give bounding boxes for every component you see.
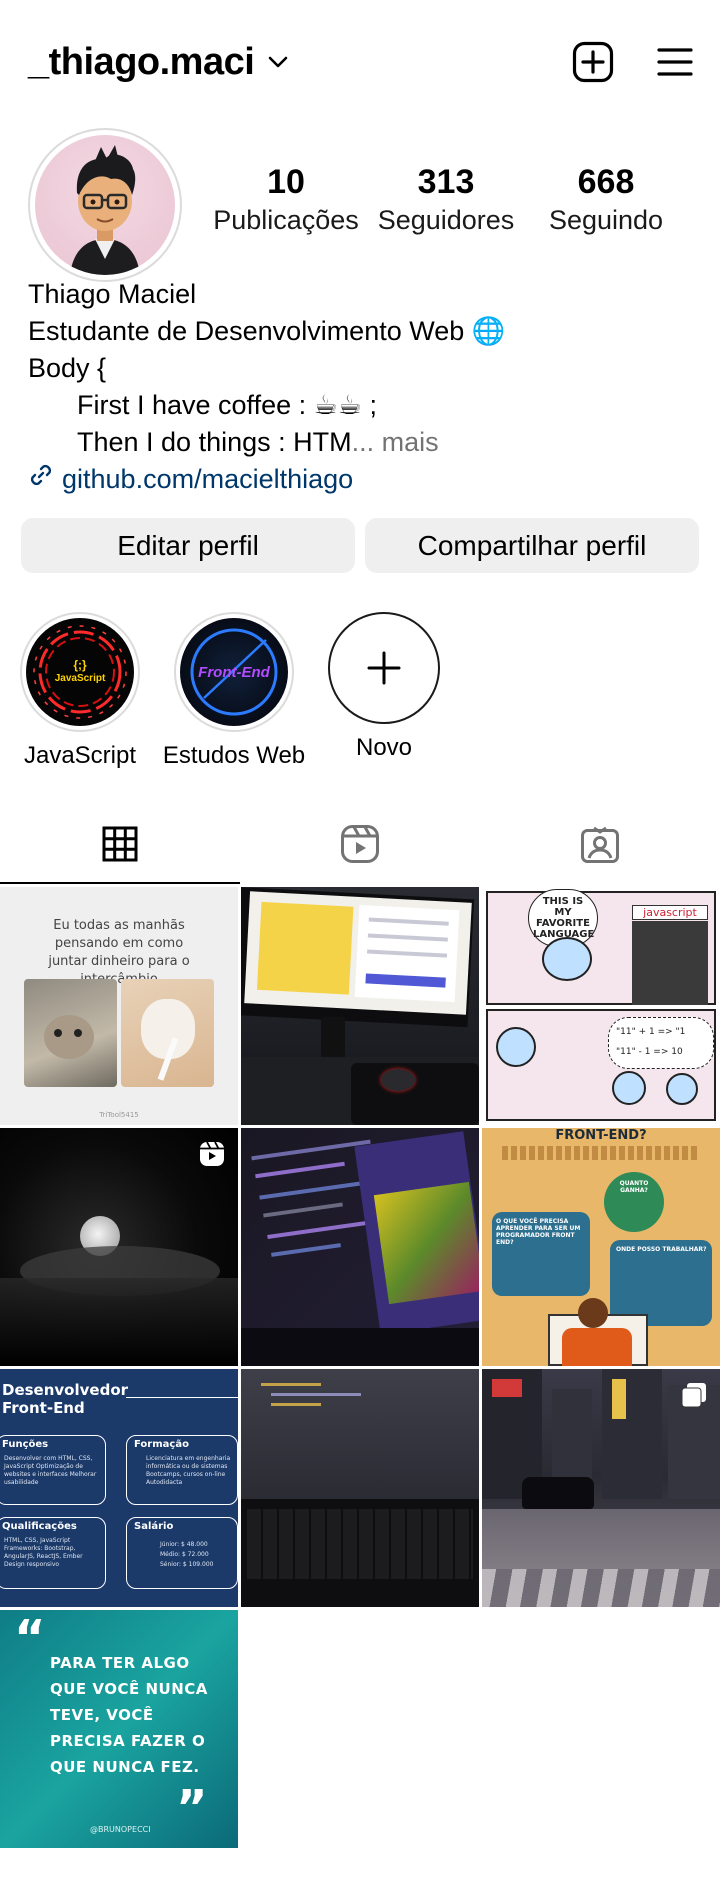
tagged-user-icon xyxy=(580,824,620,869)
highlight-ring: {;} JavaScript xyxy=(20,612,140,732)
username[interactable]: _thiago.maci xyxy=(28,41,255,84)
comic-expression: "11" + 1 => "1 xyxy=(616,1027,686,1037)
menu-icon[interactable] xyxy=(656,45,694,79)
bio-line: Body { xyxy=(28,353,107,383)
profile-name: Thiago Maciel xyxy=(28,279,197,309)
infographic-bubble: QUANTO GANHA? xyxy=(619,1180,649,1194)
post-thumbnail[interactable]: THIS IS MY FAVORITE LANGUAGE javascript … xyxy=(482,887,720,1125)
post-thumbnail[interactable] xyxy=(241,887,479,1125)
profile-tabs xyxy=(0,808,720,884)
profile-avatar[interactable] xyxy=(28,128,182,282)
stat-posts-label: Publicações xyxy=(213,205,359,235)
highlight-ring: Front-End xyxy=(174,612,294,732)
stat-followers[interactable]: 313 Seguidores xyxy=(366,162,526,238)
card-body: Desenvolver com HTML, CSS, JavaScript Op… xyxy=(4,1455,97,1486)
create-post-icon[interactable] xyxy=(572,41,614,83)
infographic-bubble: O QUE VOCÊ PRECISA APRENDER PARA SER UM … xyxy=(496,1218,581,1246)
bio-more-link[interactable]: mais xyxy=(374,427,439,457)
reel-badge-icon xyxy=(198,1140,226,1173)
link-icon xyxy=(28,461,54,498)
share-profile-button[interactable]: Compartilhar perfil xyxy=(365,518,699,573)
profile-header: _thiago.maci xyxy=(28,34,694,90)
carousel-badge-icon xyxy=(680,1381,708,1414)
stat-followers-label: Seguidores xyxy=(377,205,515,235)
posts-grid: Eu todas as manhãs pensando em como junt… xyxy=(0,887,720,1848)
reels-icon xyxy=(340,824,380,869)
post-credit-name: TriTool54 xyxy=(99,1111,130,1119)
stat-following-label: Seguindo xyxy=(548,205,664,235)
infographic-title: FRONT-END? xyxy=(555,1128,647,1143)
bio-line: First I have coffee : ☕☕ ; xyxy=(77,390,378,420)
highlight-label: Novo xyxy=(355,734,413,761)
highlight-badge-symbol: {;} xyxy=(73,658,87,672)
bio-link-text: github.com/macielthiago xyxy=(62,464,354,494)
stat-following[interactable]: 668 Seguindo xyxy=(526,162,686,238)
comic-sign: javascript xyxy=(632,905,708,920)
post-thumbnail[interactable]: Eu todas as manhãs pensando em como junt… xyxy=(0,887,238,1125)
post-meme-image xyxy=(24,979,214,1087)
open-quote-icon: “ xyxy=(14,1610,46,1666)
profile-stats: 10 Publicações 313 Seguidores 668 Seguin… xyxy=(206,162,686,238)
stat-posts[interactable]: 10 Publicações xyxy=(206,162,366,238)
avatar-image xyxy=(35,135,175,275)
highlight-label: Estudos Web xyxy=(162,742,306,769)
highlight-badge-title: JavaScript xyxy=(54,673,106,684)
post-thumbnail[interactable]: FRONT-END? QUANTO GANHA? O QUE VOCÊ PREC… xyxy=(482,1128,720,1366)
stat-following-count: 668 xyxy=(577,163,635,201)
plus-icon xyxy=(367,651,401,685)
highlight-estudos-web[interactable]: Front-End Estudos Web xyxy=(163,612,305,770)
post-thumbnail[interactable] xyxy=(241,1369,479,1607)
card-heading: Salário xyxy=(134,1521,174,1532)
grid-icon xyxy=(102,826,138,867)
post-credit-suffix: 15 xyxy=(129,1111,139,1119)
post-credit: TriTool5415 xyxy=(0,1111,238,1119)
card-heading: Funções xyxy=(2,1439,49,1450)
card-body: HTML, CSS, JavaScript Frameworks: Bootst… xyxy=(4,1537,83,1568)
tab-posts-grid[interactable] xyxy=(0,808,240,884)
post-thumbnail[interactable]: “ PARA TER ALGO QUE VOCÊ NUNCA TEVE, VOC… xyxy=(0,1610,238,1848)
bio-line-text: Then I do things : HTM xyxy=(77,427,352,457)
bio-ellipsis: ... xyxy=(351,427,375,457)
bio-link[interactable]: github.com/macielthiago xyxy=(28,461,692,498)
post-thumbnail[interactable] xyxy=(241,1128,479,1366)
highlight-javascript[interactable]: {;} JavaScript JavaScript xyxy=(20,612,140,770)
highlight-label: JavaScript xyxy=(23,742,137,769)
highlight-new[interactable]: Novo xyxy=(328,612,440,770)
post-thumbnail[interactable] xyxy=(0,1128,238,1366)
card-body: Licenciatura em engenharia informática o… xyxy=(146,1455,231,1486)
profile-actions: Editar perfil Compartilhar perfil xyxy=(21,518,699,573)
tab-tagged[interactable] xyxy=(480,808,720,884)
highlight-frontend-cover: Front-End xyxy=(180,618,288,726)
salary-line: Júnior: $ 48.000 xyxy=(160,1541,208,1548)
profile-bio: Thiago Maciel Estudante de Desenvolvimen… xyxy=(28,276,692,498)
card-heading: Formação xyxy=(134,1439,189,1450)
infographic-bubble: ONDE POSSO TRABALHAR? xyxy=(616,1246,707,1253)
close-quote-icon: ” xyxy=(176,1780,208,1836)
stat-posts-count: 10 xyxy=(267,163,305,201)
bio-line-truncated: Then I do things : HTM... mais xyxy=(28,424,692,461)
stat-followers-count: 313 xyxy=(417,163,475,201)
comic-expression: "11" - 1 => 10 xyxy=(616,1047,683,1057)
highlight-badge-title: Front-End xyxy=(198,663,270,681)
card-heading: Qualificações xyxy=(2,1521,77,1532)
edit-profile-button[interactable]: Editar perfil xyxy=(21,518,355,573)
bio-line: Estudante de Desenvolvimento Web 🌐 xyxy=(28,316,506,346)
story-highlights: {;} JavaScript JavaScript Front-End Estu… xyxy=(20,612,440,770)
new-highlight-button[interactable] xyxy=(328,612,440,724)
salary-line: Sénior: $ 109.000 xyxy=(160,1561,214,1568)
tab-reels[interactable] xyxy=(240,808,480,884)
quote-text: PARA TER ALGO QUE VOCÊ NUNCA TEVE, VOCÊ … xyxy=(50,1654,208,1776)
card-title: Desenvolvedor Front-End xyxy=(2,1381,129,1417)
post-thumbnail[interactable]: Desenvolvedor Front-End Funções Desenvol… xyxy=(0,1369,238,1607)
chevron-down-icon[interactable] xyxy=(268,55,288,69)
salary-line: Médio: $ 72.000 xyxy=(160,1551,209,1558)
quote-handle: @BRUNOPECCI xyxy=(90,1825,151,1834)
post-thumbnail[interactable] xyxy=(482,1369,720,1607)
highlight-javascript-cover: {;} JavaScript xyxy=(26,618,134,726)
